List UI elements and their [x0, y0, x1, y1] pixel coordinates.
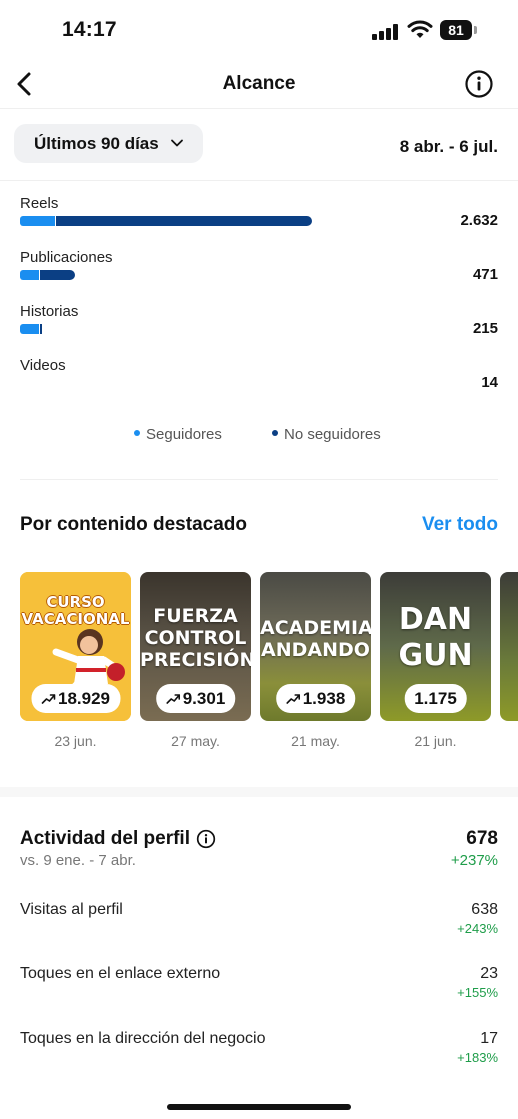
- trend-up-icon: [285, 693, 300, 704]
- info-icon[interactable]: [196, 829, 216, 849]
- date-range-text: 8 abr. - 6 jul.: [399, 137, 498, 156]
- followers-dot-icon: [134, 430, 140, 437]
- date-range-label: Últimos 90 días: [34, 134, 159, 153]
- view-count-pill: 18.929: [31, 684, 120, 713]
- business-address-taps-label: Toques en la dirección del negocio: [20, 1030, 266, 1047]
- view-count-pill: 9.301: [155, 684, 236, 713]
- header-divider: [0, 108, 518, 109]
- thumbnail-overlay-text: DAN GUN: [398, 602, 473, 673]
- view-count: 18.929: [58, 688, 110, 708]
- cellular-signal-icon: [372, 24, 398, 40]
- home-indicator[interactable]: [167, 1104, 351, 1110]
- battery-icon: 81: [440, 20, 478, 40]
- profile-visits-value: 638: [471, 901, 498, 918]
- posts-value: 471: [472, 266, 498, 283]
- videos-value: 14: [481, 374, 498, 391]
- page-title: Alcance: [222, 73, 296, 94]
- featured-post-thumbnail[interactable]: ACADEMIA ANDANDO 1.938: [260, 572, 371, 721]
- external-link-taps-change: +155%: [457, 985, 498, 1000]
- profile-activity-title: Actividad del perfil: [20, 828, 216, 850]
- profile-visits-change: +243%: [457, 921, 498, 936]
- business-address-taps-change: +183%: [457, 1050, 498, 1065]
- reels-followers-bar: [20, 216, 55, 226]
- view-count: 1.175: [414, 688, 457, 708]
- featured-section-title: Por contenido destacado: [20, 514, 247, 535]
- post-date: 21 may.: [291, 733, 340, 749]
- posts-non-followers-bar: [40, 270, 75, 280]
- posts-followers-bar: [20, 270, 39, 280]
- post-date: 21 jun.: [414, 733, 457, 749]
- status-time: 14:17: [62, 18, 117, 41]
- legend-followers: Seguidores: [134, 426, 222, 443]
- section-divider: [20, 479, 498, 480]
- view-count-pill: 1.175: [404, 684, 467, 713]
- view-count-pill: 1.938: [275, 684, 356, 713]
- stories-non-followers-bar: [40, 324, 42, 334]
- videos-label: Videos: [20, 357, 66, 374]
- business-address-taps-value: 17: [480, 1030, 498, 1047]
- stories-label: Historias: [20, 303, 79, 320]
- chevron-down-icon: [171, 139, 183, 147]
- view-count: 9.301: [182, 688, 226, 708]
- legend-non-followers: No seguidores: [272, 426, 381, 443]
- see-all-link[interactable]: Ver todo: [422, 514, 498, 536]
- reels-label: Reels: [20, 195, 59, 212]
- profile-visits-label: Visitas al perfil: [20, 901, 123, 918]
- external-link-taps-value: 23: [480, 965, 498, 982]
- trend-up-icon: [165, 693, 180, 704]
- stories-value: 215: [472, 320, 498, 337]
- wifi-icon: [407, 20, 433, 38]
- thumbnail-overlay-text: FUERZA CONTROL PRECISIÓN: [140, 605, 251, 671]
- featured-post-thumbnail[interactable]: FUERZA CONTROL PRECISIÓN 9.301: [140, 572, 251, 721]
- profile-activity-total: 678: [466, 828, 498, 849]
- battery-level: 81: [440, 20, 472, 40]
- external-link-taps-label: Toques en el enlace externo: [20, 965, 221, 982]
- thumbnail-overlay-text: CURSO VACACIONAL: [21, 593, 130, 629]
- view-count: 1.938: [302, 688, 346, 708]
- non-followers-dot-icon: [272, 430, 278, 437]
- thumbnail-overlay-text: ACADEMIA ANDANDO: [260, 617, 371, 661]
- stories-followers-bar: [20, 324, 39, 334]
- post-date: 27 may.: [171, 733, 220, 749]
- post-date: 23 jun.: [54, 733, 97, 749]
- section-separator: [0, 787, 518, 797]
- reels-non-followers-bar: [56, 216, 312, 226]
- trend-up-icon: [41, 693, 55, 704]
- posts-label: Publicaciones: [20, 249, 113, 266]
- reels-value: 2.632: [460, 212, 498, 229]
- featured-post-thumbnail[interactable]: CURSO VACACIONAL 18.929: [20, 572, 131, 721]
- info-icon[interactable]: [464, 69, 494, 99]
- featured-post-thumbnail[interactable]: [500, 572, 518, 721]
- filter-divider: [0, 180, 518, 181]
- featured-post-thumbnail[interactable]: DAN GUN 1.175: [380, 572, 491, 721]
- profile-activity-change: +237%: [450, 852, 498, 869]
- date-range-dropdown[interactable]: Últimos 90 días: [14, 124, 203, 163]
- comparison-period: vs. 9 ene. - 7 abr.: [20, 852, 136, 869]
